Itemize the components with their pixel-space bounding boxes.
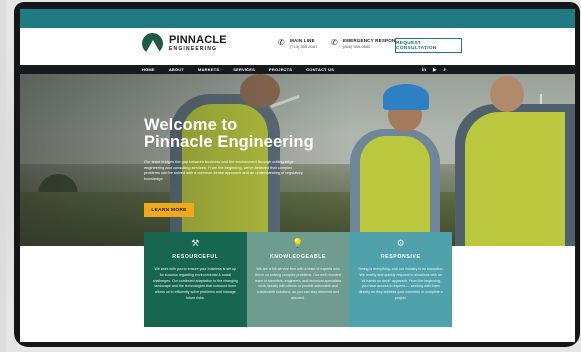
feature-card-knowledgeable: 💡 KNOWLEDGEABLE We are a full-service fi… [246, 232, 350, 327]
phone-icon: ✆ [278, 38, 285, 47]
feature-text: We are a full-service firm with a team o… [254, 267, 342, 300]
tools-icon: ⚒ [191, 238, 200, 248]
site-header: PINNACLE ENGINEERING ✆ MAIN LINE (713) 5… [20, 28, 575, 65]
hero-description: Our team bridges the gap between busines… [144, 159, 303, 181]
logo-subtitle: ENGINEERING [169, 46, 218, 52]
nav-item-markets[interactable]: MARKETS [198, 67, 219, 72]
main-nav: HOME ABOUT MARKETS SERVICES PROJECTS CON… [20, 65, 575, 74]
browser-screen: PINNACLE ENGINEERING ✆ MAIN LINE (713) 5… [20, 9, 575, 342]
nav-icons: in ▶ ⌕ [422, 65, 453, 74]
nav-items: HOME ABOUT MARKETS SERVICES PROJECTS CON… [142, 65, 348, 74]
main-line-contact[interactable]: ✆ MAIN LINE (713) 555-4081 [278, 38, 317, 49]
feature-title: RESPONSIVE [380, 254, 421, 260]
linkedin-icon[interactable]: in [422, 67, 426, 72]
emergency-label: EMERGENCY RESPONSE [343, 38, 402, 43]
feature-card-resourceful: ⚒ RESOURCEFUL We work with you to ensure… [144, 232, 247, 327]
search-icon[interactable]: ⌕ [443, 67, 446, 72]
nav-item-services[interactable]: SERVICES [233, 67, 255, 72]
hero-title-line1: Welcome to [144, 116, 238, 134]
nav-item-contact[interactable]: CONTACT US [306, 67, 334, 72]
emergency-contact[interactable]: ✆ EMERGENCY RESPONSE (866) 555-0865 [331, 38, 402, 49]
request-consultation-button[interactable]: REQUEST CONSULTATION [395, 38, 462, 53]
gear-icon: ⚙ [396, 238, 405, 248]
hero-title-line2: Pinnacle Engineering [144, 133, 314, 151]
feature-card-responsive: ⚙ RESPONSIVE Timing is everything, and o… [349, 232, 453, 327]
feature-title: RESOURCEFUL [172, 254, 219, 260]
hero-title: Welcome to Pinnacle Engineering [144, 117, 314, 151]
nav-item-about[interactable]: ABOUT [169, 67, 184, 72]
worker-head [490, 76, 524, 112]
worker-vest [465, 112, 565, 246]
emergency-number: (866) 555-0865 [343, 44, 371, 49]
nav-item-home[interactable]: HOME [142, 67, 155, 72]
feature-title: KNOWLEDGEABLE [269, 254, 327, 260]
logo[interactable]: PINNACLE ENGINEERING [142, 33, 227, 54]
top-accent-strip [20, 9, 575, 28]
feature-cards: ⚒ RESOURCEFUL We work with you to ensure… [144, 232, 453, 327]
hard-hat [383, 84, 429, 110]
logo-name: PINNACLE [169, 34, 227, 46]
nav-item-projects[interactable]: PROJECTS [269, 67, 292, 72]
youtube-icon[interactable]: ▶ [433, 67, 436, 73]
hero-section: Welcome to Pinnacle Engineering Our team… [20, 74, 575, 246]
lightbulb-icon: 💡 [292, 238, 304, 248]
logo-text: PINNACLE ENGINEERING [169, 35, 227, 52]
main-line-label: MAIN LINE [290, 38, 315, 43]
mountain-logo-icon [142, 33, 163, 54]
feature-text: We work with you to ensure your business… [152, 267, 238, 300]
feature-text: Timing is everything, and our industry i… [357, 267, 444, 300]
main-line-number: (713) 555-4081 [290, 44, 318, 49]
learn-more-button[interactable]: LEARN MORE [144, 203, 194, 217]
phone-icon: ✆ [331, 38, 338, 47]
worker-vest [360, 136, 430, 246]
